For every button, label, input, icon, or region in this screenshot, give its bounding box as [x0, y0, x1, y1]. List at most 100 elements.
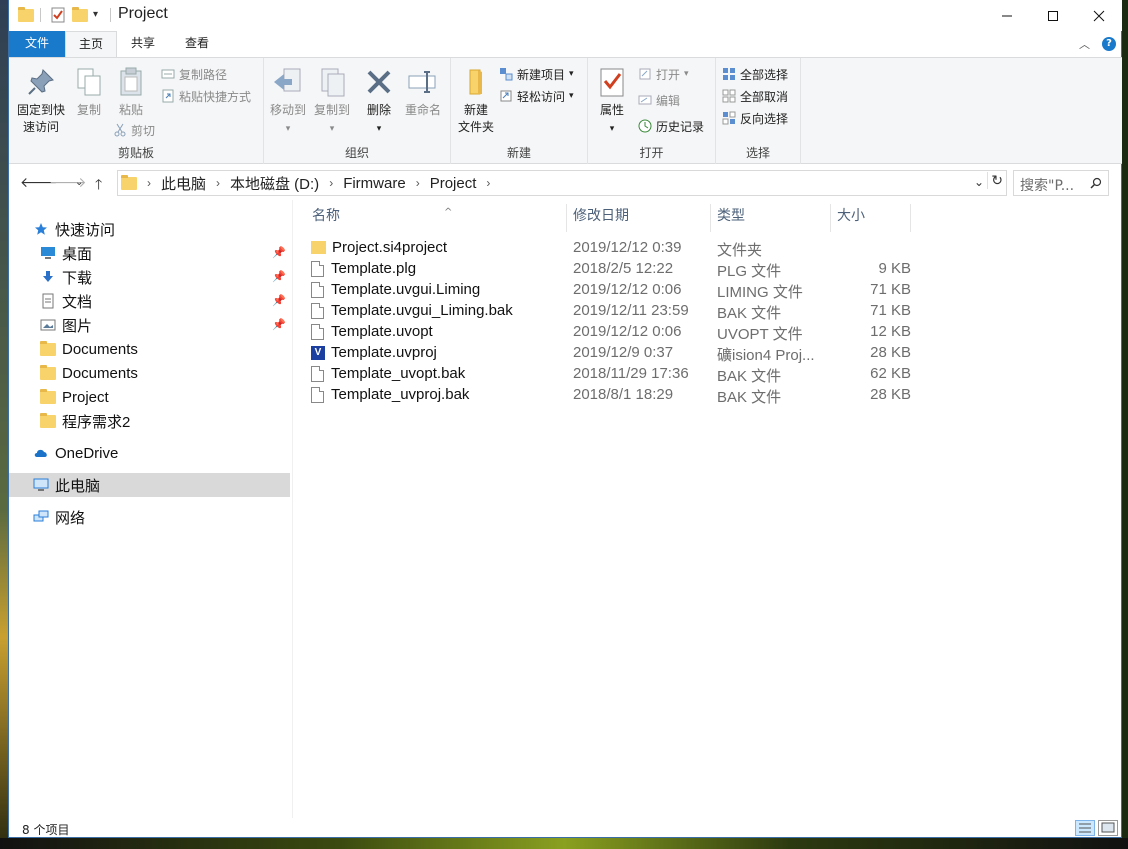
rename-button[interactable]: 重命名 [402, 62, 444, 119]
copy-path-button[interactable]: 复制路径 [161, 64, 227, 84]
address-bar[interactable]: › 此电脑 › 本地磁盘 (D:) › Firmware › Project ›… [117, 170, 1007, 196]
new-item-icon [500, 68, 513, 81]
tab-view[interactable]: 查看 [171, 31, 223, 57]
star-icon [33, 221, 49, 237]
move-to-button[interactable]: 移动到 ▾ [268, 62, 308, 138]
refresh-icon[interactable]: ↻ [987, 172, 1003, 189]
status-bar: 8 个项目 [9, 818, 1122, 838]
column-header-name[interactable]: ^ 名称 [306, 204, 567, 232]
properties-quick-icon[interactable] [50, 7, 66, 23]
recent-locations-icon[interactable]: ⌄ [75, 177, 83, 188]
properties-button[interactable]: 属性 ▾ [594, 62, 630, 138]
select-all-button[interactable]: 全部选择 [722, 64, 788, 84]
file-type: PLG 文件 [717, 263, 782, 280]
customize-quick-access-icon[interactable]: ▾ [93, 9, 109, 25]
copy-path-label: 复制路径 [179, 67, 228, 82]
pin-quick-access-button[interactable]: 固定到快 速访问 [13, 62, 69, 136]
file-name: Template.plg [331, 260, 417, 277]
new-folder-label-1: 新建 [463, 103, 488, 117]
new-folder-quick-icon[interactable] [72, 7, 88, 23]
nav-folder-requirements[interactable]: 程序需求2 [9, 409, 290, 433]
tab-home[interactable]: 主页 [65, 31, 117, 57]
tab-share[interactable]: 共享 [117, 31, 169, 57]
breadcrumb-separator[interactable]: › [416, 176, 420, 190]
nav-this-pc[interactable]: 此电脑 [9, 473, 290, 497]
search-input[interactable]: 搜索"P... [1013, 170, 1109, 196]
file-type: 礦ision4 Proj... [717, 347, 815, 364]
new-folder-button[interactable]: 新建 文件夹 [455, 62, 497, 136]
file-row[interactable]: Template_uvproj.bak 2018/8/1 18:29 BAK 文… [293, 385, 1122, 406]
column-header-type[interactable]: 类型 [711, 204, 831, 232]
pin-icon[interactable]: 📌 [272, 318, 286, 331]
breadcrumb-this-pc[interactable]: 此电脑 [161, 173, 206, 194]
close-button[interactable] [1076, 0, 1122, 31]
breadcrumb-firmware[interactable]: Firmware [343, 175, 406, 192]
new-item-button[interactable]: 新建项目 ▾ [499, 64, 574, 84]
invert-selection-button[interactable]: 反向选择 [722, 108, 788, 128]
file-row[interactable]: Template.uvgui.Liming 2019/12/12 0:06 LI… [293, 280, 1122, 301]
nav-pictures[interactable]: 图片 📌 [9, 313, 290, 337]
breadcrumb-local-disk[interactable]: 本地磁盘 (D:) [230, 173, 319, 194]
breadcrumb-separator[interactable]: › [216, 176, 220, 190]
cut-button[interactable]: 剪切 [113, 120, 155, 140]
breadcrumb-project[interactable]: Project [430, 175, 477, 192]
file-date: 2019/12/12 0:06 [573, 323, 682, 340]
nav-folder-documents-2[interactable]: Documents [9, 361, 290, 385]
sort-ascending-icon: ^ [444, 207, 453, 218]
file-row[interactable]: Template.plg 2018/2/5 12:22 PLG 文件 9 KB [293, 259, 1122, 280]
file-date: 2018/11/29 17:36 [573, 365, 689, 382]
nav-onedrive[interactable]: OneDrive [9, 441, 290, 465]
invert-selection-label: 反向选择 [740, 111, 789, 126]
file-date: 2019/12/11 23:59 [573, 302, 689, 319]
copy-button[interactable]: 复制 [71, 62, 107, 119]
open-button[interactable]: 打开 ▾ [638, 64, 689, 84]
nav-desktop[interactable]: 桌面 📌 [9, 241, 290, 265]
tab-file[interactable]: 文件 [9, 31, 65, 57]
breadcrumb-separator[interactable]: › [486, 176, 490, 190]
copy-to-button[interactable]: 复制到 ▾ [312, 62, 352, 138]
file-size: 71 KB [870, 302, 911, 319]
pin-icon[interactable]: 📌 [272, 246, 286, 259]
nav-downloads[interactable]: 下载 📌 [9, 265, 290, 289]
large-icons-view-button[interactable] [1098, 820, 1118, 836]
history-button[interactable]: 历史记录 [638, 116, 704, 136]
cut-label: 剪切 [131, 123, 156, 138]
desktop-icon [40, 245, 56, 261]
breadcrumb-separator[interactable]: › [147, 176, 151, 190]
column-header-date[interactable]: 修改日期 [567, 204, 711, 232]
select-none-button[interactable]: 全部取消 [722, 86, 788, 106]
help-icon[interactable]: ? [1102, 37, 1116, 51]
minimize-button[interactable] [984, 0, 1030, 31]
edit-button[interactable]: 编辑 [638, 90, 680, 110]
column-header-size[interactable]: 大小 [831, 204, 911, 232]
folder-icon [311, 241, 326, 254]
file-row[interactable]: Template_uvopt.bak 2018/11/29 17:36 BAK … [293, 364, 1122, 385]
nav-onedrive-label: OneDrive [55, 444, 119, 462]
address-dropdown-icon[interactable]: ⌄ [974, 175, 984, 189]
file-date: 2019/12/12 0:06 [573, 281, 682, 298]
up-arrow-icon[interactable]: 🡑 [95, 174, 102, 198]
delete-icon [367, 70, 391, 94]
move-to-icon [274, 68, 301, 92]
file-row[interactable]: Template.uvgui_Liming.bak 2019/12/11 23:… [293, 301, 1122, 322]
nav-network[interactable]: 网络 [9, 505, 290, 529]
nav-quick-access[interactable]: 快速访问 [9, 217, 290, 241]
pin-icon[interactable]: 📌 [272, 270, 286, 283]
paste-shortcut-button[interactable]: 粘贴快捷方式 [161, 86, 251, 106]
details-view-button[interactable] [1075, 820, 1095, 836]
nav-documents[interactable]: 文档 📌 [9, 289, 290, 313]
pin-icon[interactable]: 📌 [272, 294, 286, 307]
collapse-ribbon-icon[interactable]: ︿ [1079, 36, 1090, 52]
delete-button[interactable]: 删除 ▾ [362, 62, 396, 138]
file-row[interactable]: Template.uvopt 2019/12/12 0:06 UVOPT 文件 … [293, 322, 1122, 343]
nav-folder-documents[interactable]: Documents [9, 337, 290, 361]
easy-access-button[interactable]: 轻松访问 ▾ [499, 86, 574, 106]
nav-folder-project[interactable]: Project [9, 385, 290, 409]
maximize-button[interactable] [1030, 0, 1076, 31]
select-group: 全部选择 全部取消 反向选择 选择 [716, 58, 801, 164]
file-row[interactable]: V Template.uvproj 2019/12/9 0:37 礦ision4 … [293, 343, 1122, 364]
nav-item-label: 桌面 [62, 245, 93, 263]
file-row[interactable]: Project.si4project 2019/12/12 0:39 文件夹 [293, 238, 1122, 259]
paste-button[interactable]: 粘贴 [113, 62, 149, 119]
breadcrumb-separator[interactable]: › [329, 176, 333, 190]
